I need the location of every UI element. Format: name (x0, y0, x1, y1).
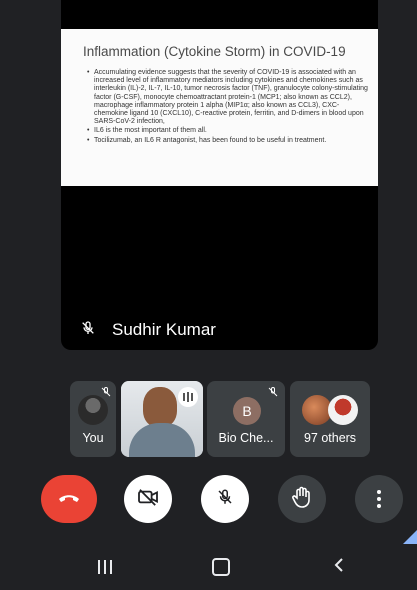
mic-toggle-button[interactable] (201, 475, 249, 523)
recent-apps-button[interactable] (94, 555, 116, 579)
call-controls (0, 475, 417, 523)
slide-bullet: Accumulating evidence suggests that the … (87, 69, 369, 126)
end-call-button[interactable] (41, 475, 97, 523)
participant-tile-others[interactable]: 97 others (290, 381, 370, 457)
home-icon (212, 558, 230, 576)
slide-bullet: IL6 is the most important of them all. (87, 127, 369, 135)
participant-label: Bio Che... (218, 431, 274, 445)
mic-off-icon (100, 385, 112, 403)
system-nav-bar (0, 545, 417, 590)
presenter-name: Sudhir Kumar (112, 320, 216, 339)
more-options-button[interactable] (355, 475, 403, 523)
mic-off-icon (216, 487, 234, 512)
participant-label: 97 others (303, 431, 357, 445)
speaking-indicator-icon (178, 387, 198, 407)
presenter-tile[interactable]: Inflammation (Cytokine Storm) in COVID-1… (61, 0, 378, 350)
home-button[interactable] (209, 555, 233, 579)
avatar (328, 395, 358, 425)
slide-bullet: Tocilizumab, an IL6 R antagonist, has be… (87, 137, 369, 145)
slide-bullet-list: Accumulating evidence suggests that the … (87, 69, 369, 146)
mic-off-icon (267, 385, 279, 403)
participant-tile-you[interactable]: You (70, 381, 116, 457)
slide-title: Inflammation (Cytokine Storm) in COVID-1… (83, 44, 346, 59)
corner-indicator (403, 530, 417, 544)
back-button[interactable] (329, 555, 349, 579)
camera-toggle-button[interactable] (124, 475, 172, 523)
participant-strip: You B Bio Che... 97 others (0, 381, 417, 457)
mic-off-icon (80, 320, 96, 341)
presenter-label: Sudhir Kumar (80, 317, 216, 343)
raise-hand-icon (292, 486, 312, 513)
camera-off-icon (137, 488, 159, 511)
participant-tile-speaker[interactable] (121, 381, 203, 457)
end-call-icon (58, 490, 80, 508)
avatar: B (233, 397, 261, 425)
avatar-initial: B (242, 403, 252, 419)
shared-slide: Inflammation (Cytokine Storm) in COVID-1… (61, 29, 378, 186)
more-options-icon (377, 490, 381, 508)
participant-face (143, 387, 177, 427)
recent-apps-icon (98, 560, 112, 574)
participant-label: You (82, 431, 104, 445)
raise-hand-button[interactable] (278, 475, 326, 523)
back-icon (334, 557, 344, 577)
participant-tile-bio-che[interactable]: B Bio Che... (207, 381, 285, 457)
